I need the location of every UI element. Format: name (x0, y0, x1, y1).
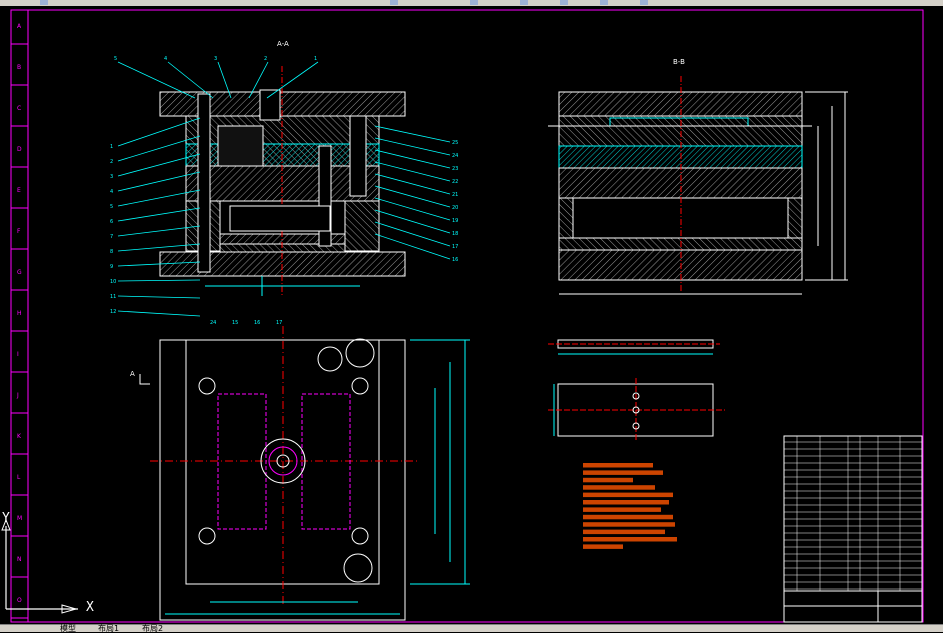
callout-number: 11 (110, 294, 116, 300)
callout-number: 20 (452, 205, 458, 211)
zone-letter: E (17, 187, 21, 194)
note-line (583, 544, 623, 549)
leader-line (374, 125, 451, 143)
callout-number: 4 (110, 189, 113, 195)
callout-numbers-plan: 24 15 16 17 (210, 320, 282, 326)
leader-line (117, 295, 201, 299)
title-block (783, 435, 923, 623)
model-space-canvas[interactable]: ABCDEFGHIJKLMNO A-A 1 2 3 4 5 6 7 8 9 10 11 12 5 4 3 2 1… (0, 6, 943, 625)
zone-letter: B (17, 64, 21, 71)
callout-number: 3 (214, 56, 217, 62)
callout-number: 7 (110, 234, 113, 240)
callout-number: 12 (110, 309, 116, 315)
callout-number: 24 (210, 320, 216, 326)
section-label-a-a: A-A (277, 40, 289, 48)
toolbar-button[interactable] (640, 0, 648, 5)
leader-line (374, 161, 451, 182)
note-line (583, 492, 673, 498)
leader-line (117, 279, 201, 282)
zone-letter: H (17, 310, 22, 317)
toolbar-button[interactable] (390, 0, 398, 5)
section-view-a-a: A-A (159, 40, 406, 296)
callout-number: 16 (254, 320, 260, 326)
zone-letter: K (17, 433, 22, 440)
callout-number: 5 (114, 56, 117, 62)
callout-number: 19 (452, 218, 458, 224)
leader-line (374, 221, 451, 247)
callout-number: 24 (452, 153, 458, 159)
callout-number: 18 (452, 231, 458, 237)
note-line (583, 470, 663, 475)
callout-number: 25 (452, 140, 458, 146)
leader-line (374, 173, 451, 195)
leader-line (117, 310, 201, 317)
callout-number: 23 (452, 166, 458, 172)
technical-notes (583, 463, 677, 549)
callout-number: 4 (164, 56, 167, 62)
leader-line (374, 209, 451, 234)
zone-letter: G (17, 269, 22, 276)
cad-drawing: ABCDEFGHIJKLMNO A-A 1234567891011125 4 3 2 1… (10, 9, 924, 623)
note-line (583, 522, 675, 527)
note-line (583, 537, 677, 542)
toolbar-button[interactable] (520, 0, 528, 5)
note-line (583, 514, 673, 520)
callout-number: 21 (452, 192, 458, 198)
toolbar-button[interactable] (600, 0, 608, 5)
note-line (583, 485, 655, 490)
callout-number: 8 (110, 249, 113, 255)
part-view-plate (548, 339, 725, 442)
note-line (583, 477, 633, 483)
callout-number: 1 (110, 144, 113, 150)
callout-number: 10 (110, 279, 116, 285)
callout-number: 15 (232, 320, 238, 326)
note-line (583, 463, 653, 468)
leader-line (374, 185, 451, 208)
callout-number: 17 (276, 320, 282, 326)
callout-number: 17 (452, 244, 458, 250)
toolbar-button[interactable] (470, 0, 478, 5)
zone-letter: A (17, 23, 22, 30)
callout-number: 3 (110, 174, 113, 180)
callout-number: 5 (110, 204, 113, 210)
view-label-a: A (130, 370, 135, 378)
zone-letter: F (17, 228, 21, 235)
callout-number: 22 (452, 179, 458, 185)
callout-number: 9 (110, 264, 113, 270)
callout-number: 2 (264, 56, 267, 62)
callout-number: 2 (110, 159, 113, 165)
callout-number: 16 (452, 257, 458, 263)
zone-letter: C (17, 105, 21, 112)
leader-line (117, 61, 196, 99)
note-line (583, 507, 661, 512)
leader-line (374, 197, 451, 221)
zone-letter: D (17, 146, 22, 153)
callout-number: 1 (314, 56, 317, 62)
toolbar-button[interactable] (40, 0, 48, 5)
zone-letter: L (17, 474, 21, 481)
zone-letter: I (17, 351, 19, 358)
note-line (583, 529, 665, 535)
section-view-b-b: B-B (548, 58, 848, 295)
zone-letter: J (16, 392, 19, 399)
plan-view: A (130, 326, 470, 621)
callout-number: 6 (110, 219, 113, 225)
toolbar-button[interactable] (560, 0, 568, 5)
ucs-icon (1, 518, 78, 614)
section-label-b-b: B-B (673, 58, 685, 66)
note-line (583, 500, 669, 505)
